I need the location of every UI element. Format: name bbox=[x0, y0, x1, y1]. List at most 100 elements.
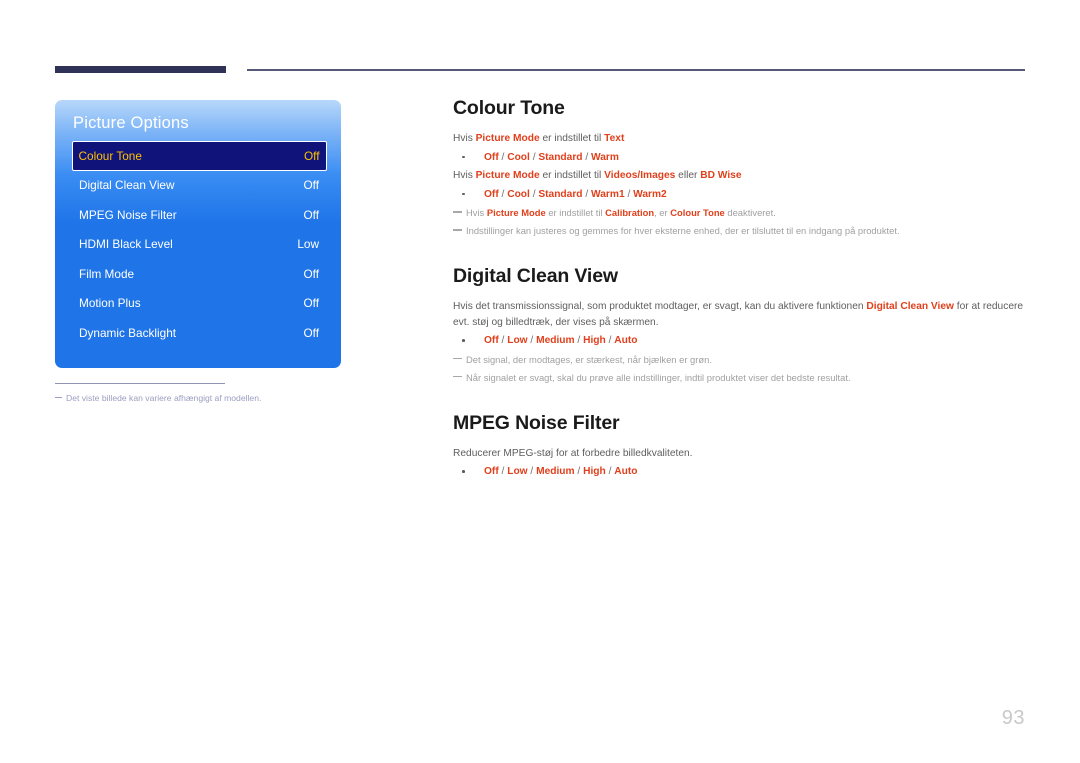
option-off: Off bbox=[484, 335, 499, 346]
term-bd-wise: BD Wise bbox=[700, 170, 742, 181]
option-standard: Standard bbox=[538, 188, 583, 200]
menu-item-label: HDMI Black Level bbox=[79, 237, 173, 252]
menu-item-value: Off bbox=[303, 207, 319, 222]
page-number: 93 bbox=[1001, 707, 1025, 729]
section-heading-digital-clean-view: Digital Clean View bbox=[453, 265, 618, 287]
dash-icon bbox=[453, 229, 462, 231]
colour-tone-options-text: Off / Cool / Standard / Warm bbox=[453, 150, 1033, 166]
panel-footnote: Det viste billede kan variere afhængigt … bbox=[55, 392, 355, 405]
option-low: Low bbox=[507, 335, 528, 346]
option-auto: Auto bbox=[614, 335, 638, 346]
separator: / bbox=[498, 335, 508, 346]
text-fragment: er indstillet til bbox=[539, 133, 605, 144]
dash-icon bbox=[55, 397, 62, 398]
text-fragment: Hvis bbox=[466, 207, 487, 218]
separator: / bbox=[498, 151, 508, 163]
text-fragment: Hvis bbox=[453, 133, 476, 144]
option-warm: Warm bbox=[591, 151, 619, 163]
option-off: Off bbox=[484, 151, 499, 163]
menu-item-value: Off bbox=[303, 148, 320, 163]
term-picture-mode: Picture Mode bbox=[486, 207, 546, 218]
menu-item-label: Motion Plus bbox=[79, 296, 141, 311]
separator: / bbox=[574, 466, 584, 477]
term-colour-tone: Colour Tone bbox=[670, 207, 725, 218]
text-fragment: er indstillet til bbox=[539, 170, 605, 181]
colour-tone-note-1: Hvis Picture Mode er indstillet til Cali… bbox=[453, 205, 1033, 220]
option-high: High bbox=[583, 466, 606, 477]
text-fragment: eller bbox=[675, 170, 701, 181]
menu-item-digital-clean-view[interactable]: Digital Clean View Off bbox=[72, 171, 327, 201]
option-medium: Medium bbox=[536, 335, 575, 346]
footnote-divider bbox=[55, 383, 225, 384]
menu-item-dynamic-backlight[interactable]: Dynamic Backlight Off bbox=[72, 318, 327, 348]
menu-item-colour-tone[interactable]: Colour Tone Off bbox=[72, 141, 327, 171]
bullet-dot-icon bbox=[462, 192, 465, 196]
option-warm2: Warm2 bbox=[633, 188, 667, 200]
menu-item-value: Off bbox=[303, 178, 319, 193]
manual-content: Colour Tone Hvis Picture Mode er indstil… bbox=[453, 96, 1033, 480]
text-fragment: Hvis det transmissionssignal, som produk… bbox=[453, 301, 867, 312]
bullet-dot-icon bbox=[462, 155, 465, 159]
menu-title: Picture Options bbox=[73, 114, 189, 132]
separator: / bbox=[574, 335, 584, 346]
mpeg-noise-filter-options: Off / Low / Medium / High / Auto bbox=[453, 464, 1033, 480]
separator: / bbox=[624, 188, 634, 200]
option-low: Low bbox=[507, 466, 528, 477]
term-picture-mode: Picture Mode bbox=[475, 170, 540, 181]
mpeg-noise-filter-paragraph: Reducerer MPEG-støj for at forbedre bill… bbox=[453, 447, 693, 459]
option-off: Off bbox=[484, 466, 499, 477]
bullet-dot-icon bbox=[462, 470, 465, 473]
section-heading-colour-tone: Colour Tone bbox=[453, 97, 565, 119]
note-text: Det signal, der modtages, er stærkest, n… bbox=[466, 353, 712, 365]
menu-item-film-mode[interactable]: Film Mode Off bbox=[72, 259, 327, 289]
option-warm1: Warm1 bbox=[591, 188, 625, 200]
menu-list: Colour Tone Off Digital Clean View Off M… bbox=[72, 141, 327, 348]
term-calibration: Calibration bbox=[605, 207, 655, 218]
dash-icon bbox=[453, 375, 462, 378]
header-rule-line bbox=[247, 69, 1025, 71]
menu-item-value: Off bbox=[303, 325, 319, 340]
term-digital-clean-view: Digital Clean View bbox=[866, 301, 954, 312]
separator: / bbox=[498, 466, 508, 477]
menu-item-mpeg-noise-filter[interactable]: MPEG Noise Filter Off bbox=[72, 200, 327, 230]
separator: / bbox=[605, 335, 615, 346]
separator: / bbox=[527, 335, 537, 346]
menu-item-label: Colour Tone bbox=[78, 148, 142, 163]
option-off: Off bbox=[484, 188, 499, 200]
term-picture-mode: Picture Mode bbox=[475, 133, 540, 144]
separator: / bbox=[582, 188, 592, 200]
menu-item-hdmi-black-level[interactable]: HDMI Black Level Low bbox=[72, 230, 327, 260]
dash-icon bbox=[453, 211, 462, 213]
menu-item-motion-plus[interactable]: Motion Plus Off bbox=[72, 289, 327, 319]
menu-item-value: Off bbox=[303, 266, 319, 281]
panel-footnote-text: Det viste billede kan variere afhængigt … bbox=[66, 393, 262, 403]
note-text: Når signalet er svagt, skal du prøve all… bbox=[466, 371, 851, 383]
text-fragment: Hvis bbox=[453, 170, 476, 181]
colour-tone-note-2: Indstillinger kan justeres og gemmes for… bbox=[453, 223, 1033, 238]
separator: / bbox=[527, 466, 537, 477]
term-text: Text bbox=[604, 133, 625, 144]
picture-options-menu-panel: Picture Options Colour Tone Off Digital … bbox=[55, 100, 341, 368]
dash-icon bbox=[453, 357, 462, 360]
option-high: High bbox=[583, 335, 606, 346]
section-heading-mpeg-noise-filter: MPEG Noise Filter bbox=[453, 411, 620, 434]
menu-item-value: Off bbox=[303, 296, 319, 311]
menu-item-label: MPEG Noise Filter bbox=[79, 207, 177, 222]
option-cool: Cool bbox=[507, 151, 530, 163]
option-medium: Medium bbox=[536, 466, 575, 477]
separator: / bbox=[582, 151, 592, 163]
option-standard: Standard bbox=[538, 151, 583, 163]
colour-tone-options-video: Off / Cool / Standard / Warm1 / Warm2 bbox=[453, 187, 1033, 203]
digital-clean-view-note-2: Når signalet er svagt, skal du prøve all… bbox=[453, 370, 1033, 385]
menu-item-label: Digital Clean View bbox=[79, 178, 175, 193]
colour-tone-paragraph-1: Hvis Picture Mode er indstillet til Text bbox=[453, 131, 1033, 147]
option-cool: Cool bbox=[507, 188, 530, 200]
header-accent-bar bbox=[55, 66, 226, 73]
bullet-dot-icon bbox=[462, 339, 465, 342]
separator: / bbox=[498, 188, 508, 200]
digital-clean-view-paragraph: Hvis det transmissionssignal, som produk… bbox=[453, 299, 1033, 330]
option-auto: Auto bbox=[614, 466, 638, 477]
colour-tone-paragraph-2: Hvis Picture Mode er indstillet til Vide… bbox=[453, 168, 1033, 184]
digital-clean-view-options: Off / Low / Medium / High / Auto bbox=[453, 333, 1033, 349]
menu-item-label: Film Mode bbox=[79, 266, 135, 281]
